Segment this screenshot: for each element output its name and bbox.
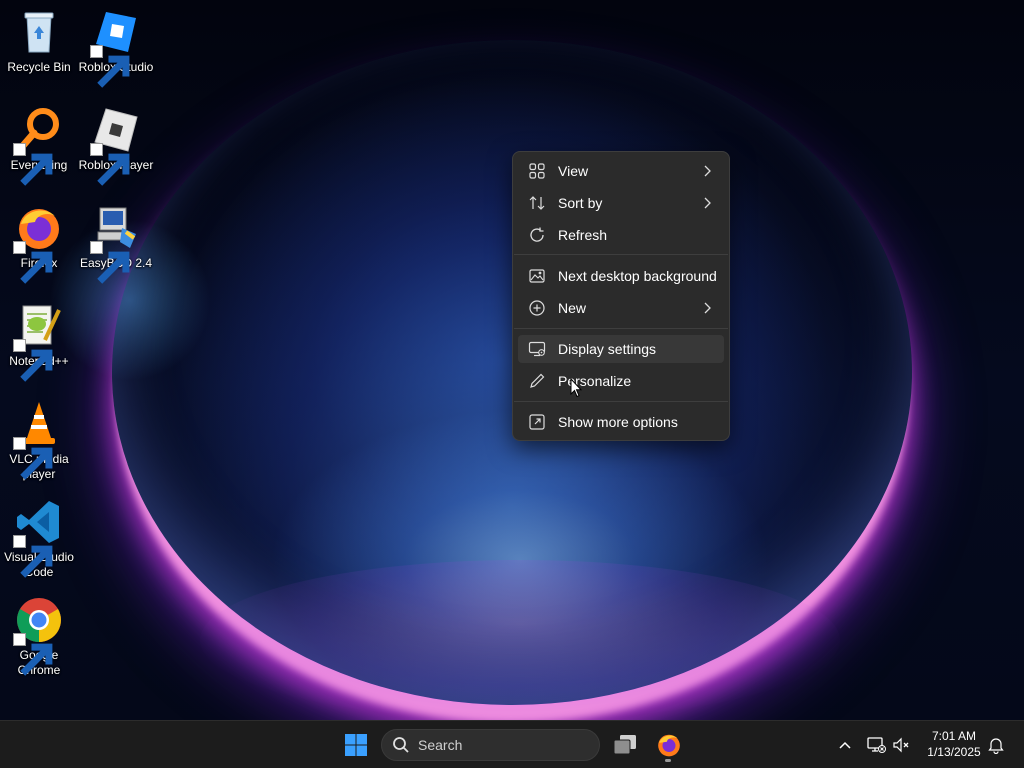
firefox-icon [658, 734, 680, 757]
menu-item-label: View [558, 163, 589, 179]
shortcut-arrow-icon [13, 437, 53, 480]
easybcd-icon [90, 204, 140, 284]
volume-button[interactable] [886, 729, 918, 761]
bell-icon [988, 738, 1004, 754]
shortcut-arrow-icon [13, 339, 53, 382]
shortcut-arrow-icon [13, 241, 53, 284]
next-background-icon [528, 267, 546, 285]
menu-item-label: Sort by [558, 195, 603, 211]
vscode-icon [13, 498, 63, 578]
menu-item-show-more-options[interactable]: Show more options [518, 408, 724, 436]
desktop-icon-roblox-studio[interactable]: Roblox Studio [77, 8, 155, 88]
firefox-running-indicator [665, 759, 671, 762]
desktop-icon-vlc[interactable]: VLC media player [0, 400, 78, 482]
menu-item-next-desktop-background[interactable]: Next desktop background [518, 262, 724, 290]
shortcut-arrow-icon [13, 633, 53, 676]
menu-item-sort-by[interactable]: Sort by [518, 189, 724, 217]
chevron-right-icon [704, 197, 711, 209]
vlc-icon [13, 400, 63, 480]
roblox-player-icon [90, 106, 140, 186]
desktop[interactable]: Recycle Bin Roblox Studio Everything Rob… [0, 0, 1024, 720]
chrome-icon [13, 596, 63, 676]
chevron-up-icon [839, 741, 851, 749]
shortcut-arrow-icon [90, 241, 130, 284]
task-view-icon [613, 735, 636, 755]
mouse-cursor-icon [570, 378, 582, 398]
roblox-studio-icon [90, 8, 140, 88]
clock-date: 1/13/2025 [927, 745, 981, 759]
taskbar: Search 7:01 AM 1/13/2025 [0, 720, 1024, 768]
menu-item-label: Display settings [558, 341, 657, 357]
desktop-icon-vscode[interactable]: Visual Studio Code [0, 498, 78, 580]
menu-item-display-settings[interactable]: Display settings [518, 335, 724, 363]
menu-separator [514, 254, 728, 255]
shortcut-arrow-icon [90, 143, 130, 186]
menu-item-label: Refresh [558, 227, 608, 243]
desktop-context-menu: View Sort by Refresh Next desktop backgr… [512, 151, 730, 441]
wallpaper-glow [200, 560, 840, 720]
pen-icon [528, 372, 546, 390]
notifications-button[interactable] [980, 729, 1012, 761]
shortcut-arrow-icon [90, 45, 130, 88]
start-button[interactable] [340, 729, 372, 761]
taskbar-search-box[interactable]: Search [381, 729, 600, 761]
desktop-icon-easybcd[interactable]: EasyBCD 2.4 [77, 204, 155, 284]
volume-muted-icon [893, 737, 909, 753]
search-placeholder: Search [418, 737, 463, 753]
search-icon [393, 737, 409, 753]
menu-item-label: Personalize [558, 373, 632, 389]
clock-time: 7:01 AM [931, 729, 977, 743]
refresh-icon [528, 226, 546, 244]
network-icon [867, 737, 886, 753]
sort-icon [528, 194, 546, 212]
shortcut-arrow-icon [13, 143, 53, 186]
desktop-icon-chrome[interactable]: Google Chrome [0, 596, 78, 678]
notepad-plus-plus-icon [13, 302, 63, 382]
show-hidden-icons-button[interactable] [829, 729, 861, 761]
windows-logo-icon [345, 734, 367, 756]
desktop-icon-label: Recycle Bin [7, 60, 71, 74]
desktop-icon-everything[interactable]: Everything [0, 106, 78, 186]
menu-item-label: Next desktop background [558, 268, 717, 284]
show-more-options-icon [528, 413, 546, 431]
menu-item-label: Show more options [558, 414, 678, 430]
everything-search-icon [13, 106, 63, 186]
desktop-icon-recycle-bin[interactable]: Recycle Bin [0, 8, 78, 75]
menu-item-personalize[interactable]: Personalize [518, 367, 724, 395]
menu-item-label: New [558, 300, 587, 316]
menu-item-view[interactable]: View [518, 157, 724, 185]
display-settings-icon [528, 340, 546, 358]
view-grid-icon [528, 162, 546, 180]
menu-separator [514, 401, 728, 402]
menu-separator [514, 328, 728, 329]
new-plus-icon [528, 299, 546, 317]
shortcut-arrow-icon [13, 535, 53, 578]
taskbar-clock[interactable]: 7:01 AM 1/13/2025 [920, 728, 988, 760]
desktop-icon-roblox-player[interactable]: Roblox Player [77, 106, 155, 186]
menu-item-new[interactable]: New [518, 294, 724, 322]
task-view-button[interactable] [609, 729, 641, 761]
firefox-icon [13, 204, 63, 284]
menu-item-refresh[interactable]: Refresh [518, 221, 724, 249]
taskbar-firefox-button[interactable] [653, 729, 685, 761]
desktop-icon-firefox[interactable]: Firefox [0, 204, 78, 284]
desktop-icon-notepad-plus-plus[interactable]: Notepad++ [0, 302, 78, 382]
chevron-right-icon [704, 165, 711, 177]
chevron-right-icon [704, 302, 711, 314]
recycle-bin-icon [15, 8, 63, 56]
